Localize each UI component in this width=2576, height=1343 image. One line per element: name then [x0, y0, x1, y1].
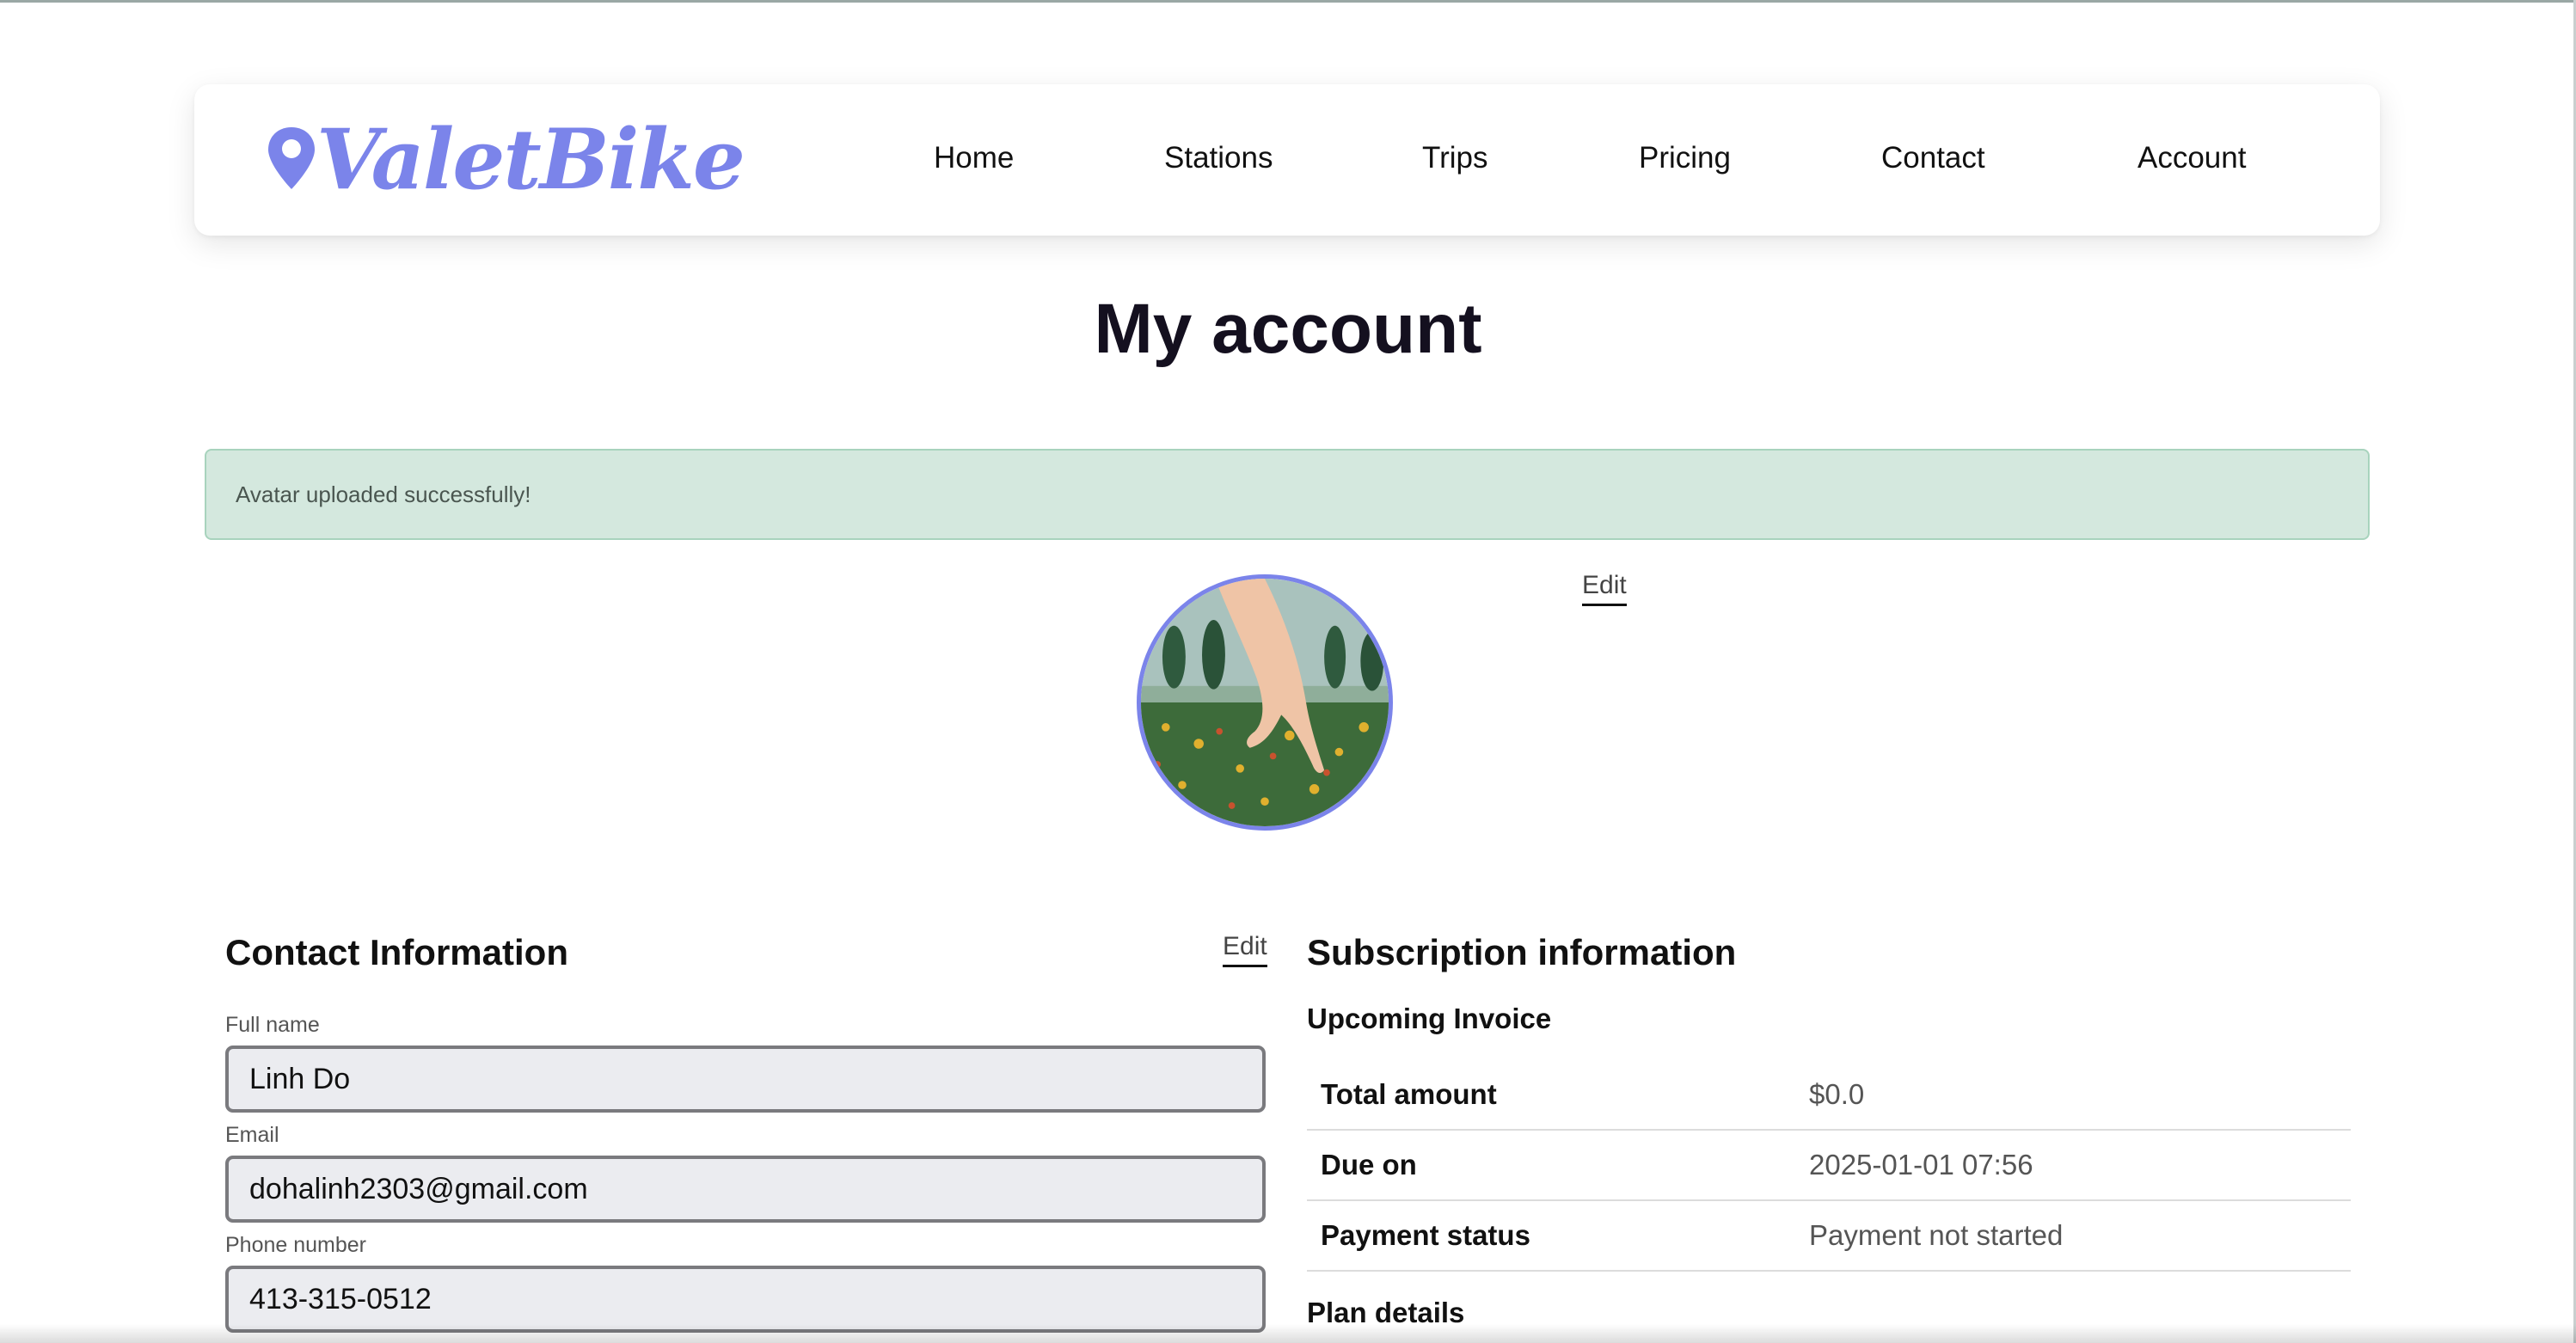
- invoice-value: $0.0: [1809, 1059, 2351, 1131]
- upcoming-invoice-heading: Upcoming Invoice: [1307, 1003, 1552, 1034]
- nav-pricing[interactable]: Pricing: [1639, 136, 1731, 181]
- table-row: Due on 2025-01-01 07:56: [1307, 1130, 2351, 1201]
- contact-info-title: Contact Information: [225, 932, 568, 972]
- success-alert: Avatar uploaded successfully!: [205, 449, 2370, 540]
- page-title: My account: [1094, 290, 1482, 368]
- invoice-table: Total amount $0.0 Due on 2025-01-01 07:5…: [1307, 1059, 2351, 1272]
- nav-account[interactable]: Account: [2137, 136, 2246, 181]
- nav-contact[interactable]: Contact: [1881, 136, 1985, 181]
- avatar-image: [1141, 579, 1389, 826]
- map-pin-icon: [267, 126, 316, 195]
- full-name-field[interactable]: [225, 1046, 1266, 1113]
- nav-stations[interactable]: Stations: [1164, 136, 1273, 181]
- table-row: Payment status Payment not started: [1307, 1200, 2351, 1272]
- edit-contact-link[interactable]: Edit: [1223, 932, 1267, 967]
- invoice-value: Payment not started: [1809, 1200, 2351, 1272]
- nav-trips[interactable]: Trips: [1422, 136, 1487, 181]
- phone-field[interactable]: [225, 1266, 1266, 1333]
- navbar: ValetBike Home Stations Trips Pricing Co…: [194, 84, 2380, 236]
- window-top-border: [0, 0, 2576, 3]
- subscription-title: Subscription information: [1307, 932, 1737, 972]
- full-name-label: Full name: [225, 1013, 320, 1037]
- brand-logo[interactable]: ValetBike: [267, 111, 745, 208]
- window-bottom-shadow: [0, 1324, 2576, 1343]
- invoice-key: Total amount: [1307, 1059, 1809, 1131]
- avatar: [1137, 574, 1393, 831]
- invoice-value: 2025-01-01 07:56: [1809, 1130, 2351, 1201]
- invoice-key: Payment status: [1307, 1200, 1809, 1272]
- email-field[interactable]: [225, 1156, 1266, 1223]
- nav-home[interactable]: Home: [934, 136, 1014, 181]
- edit-avatar-link[interactable]: Edit: [1582, 571, 1627, 606]
- brand-name: ValetBike: [316, 111, 745, 208]
- phone-label: Phone number: [225, 1233, 367, 1257]
- email-label: Email: [225, 1123, 279, 1147]
- invoice-key: Due on: [1307, 1130, 1809, 1201]
- table-row: Total amount $0.0: [1307, 1059, 2351, 1131]
